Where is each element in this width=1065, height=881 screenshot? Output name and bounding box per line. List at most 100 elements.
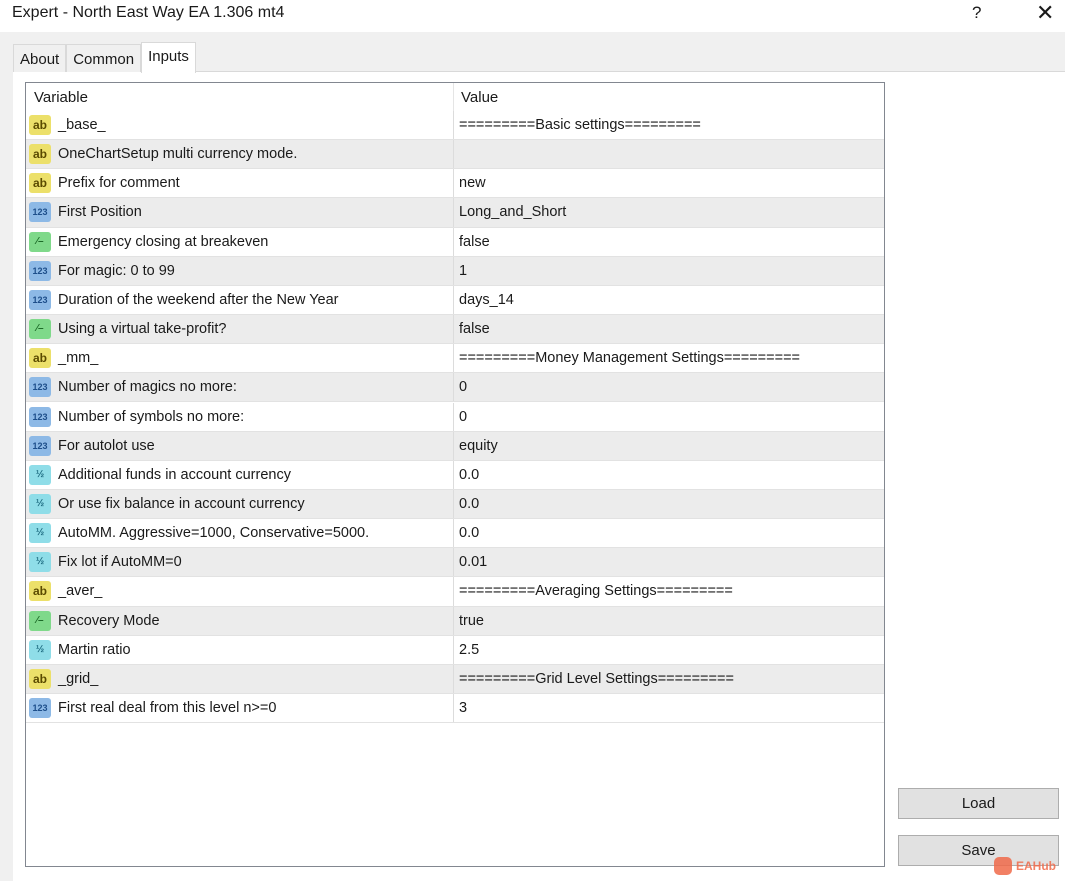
variable-name: Martin ratio (58, 641, 131, 658)
value-cell[interactable]: 0 (459, 403, 467, 432)
value-cell[interactable]: 1 (459, 257, 467, 286)
integer-type-icon: 123 (29, 435, 51, 456)
table-row[interactable]: ab Prefix for comment new (26, 169, 884, 199)
variable-name: Number of magics no more: (58, 379, 237, 396)
table-row[interactable]: 123 Number of magics no more: 0 (26, 373, 884, 403)
value-cell[interactable]: false (459, 315, 490, 344)
inputs-table: Variable Value ab _base_ =========Basic … (25, 82, 885, 867)
eahub-watermark: EAHub (994, 857, 1056, 875)
double-type-icon: ½ (29, 552, 51, 573)
column-divider (453, 431, 454, 460)
column-divider (453, 373, 454, 402)
value-cell[interactable]: =========Basic settings========= (459, 111, 701, 140)
value-cell[interactable]: Long_and_Short (459, 198, 566, 227)
column-divider (453, 198, 454, 227)
table-row[interactable]: ab _mm_ =========Money Management Settin… (26, 344, 884, 374)
pig-logo-icon (994, 857, 1012, 875)
column-divider (453, 285, 454, 315)
column-divider (453, 344, 454, 373)
column-divider (453, 577, 454, 606)
column-divider (453, 606, 454, 635)
variable-name: Or use fix balance in account currency (58, 495, 305, 512)
column-divider (453, 664, 454, 693)
value-cell[interactable]: =========Money Management Settings======… (459, 344, 800, 373)
column-divider (453, 169, 454, 198)
string-type-icon: ab (29, 668, 51, 689)
integer-type-icon: 123 (29, 698, 51, 718)
column-divider (453, 548, 454, 577)
variable-name: Number of symbols no more: (58, 408, 245, 425)
double-type-icon: ½ (29, 639, 51, 660)
table-row[interactable]: 123 First Position Long_and_Short (26, 198, 884, 228)
table-row[interactable]: ⁄– Using a virtual take-profit? false (26, 315, 884, 345)
value-cell[interactable]: =========Averaging Settings========= (459, 577, 733, 606)
column-header-value[interactable]: Value (453, 83, 498, 112)
title-bar: Expert - North East Way EA 1.306 mt4 ? ✕ (0, 0, 1065, 32)
tab-about[interactable]: About (13, 44, 67, 72)
table-row[interactable]: 123 For autolot use equity (26, 431, 884, 461)
value-cell[interactable]: true (459, 607, 484, 636)
variable-name: First real deal from this level n>=0 (58, 700, 277, 716)
column-divider (453, 460, 454, 489)
boolean-type-icon: ⁄– (29, 319, 51, 340)
table-row[interactable]: ½ Martin ratio 2.5 (26, 635, 884, 665)
table-row[interactable]: ½ AutoMM. Aggressive=1000, Conservative=… (26, 519, 884, 549)
table-row[interactable]: 123 Duration of the weekend after the Ne… (26, 285, 884, 316)
boolean-type-icon: ⁄– (29, 231, 51, 252)
variable-name: Recovery Mode (58, 612, 160, 629)
table-row[interactable]: ⁄– Emergency closing at breakeven false (26, 227, 884, 257)
double-type-icon: ½ (29, 523, 51, 544)
table-row[interactable]: 123 First real deal from this level n>=0… (26, 694, 884, 724)
table-row[interactable]: ½ Or use fix balance in account currency… (26, 489, 884, 520)
column-divider (453, 111, 454, 140)
load-button[interactable]: Load (898, 788, 1059, 819)
value-cell[interactable]: false (459, 228, 490, 257)
close-button[interactable]: ✕ (1036, 0, 1054, 26)
table-row[interactable]: 123 For magic: 0 to 99 1 (26, 256, 884, 286)
column-divider (453, 140, 454, 169)
value-cell[interactable]: 0.0 (459, 490, 479, 519)
help-button[interactable]: ? (972, 3, 981, 23)
integer-type-icon: 123 (29, 202, 51, 223)
variable-name: AutoMM. Aggressive=1000, Conservative=50… (58, 525, 370, 542)
value-cell[interactable]: 2.5 (459, 636, 479, 665)
table-row[interactable]: ab _grid_ =========Grid Level Settings==… (26, 664, 884, 694)
table-row[interactable]: ab _aver_ =========Averaging Settings===… (26, 577, 884, 607)
double-type-icon: ½ (29, 464, 51, 485)
value-cell[interactable]: 3 (459, 694, 467, 723)
tab-bar: About Common Inputs (13, 42, 196, 73)
value-cell[interactable]: 0.0 (459, 519, 479, 548)
string-type-icon: ab (29, 144, 51, 165)
variable-name: Duration of the weekend after the New Ye… (58, 291, 339, 308)
column-divider (453, 489, 454, 519)
table-row[interactable]: ab OneChartSetup multi currency mode. (26, 140, 884, 170)
tab-inputs[interactable]: Inputs (141, 42, 196, 73)
table-row[interactable]: ab _base_ =========Basic settings=======… (26, 111, 884, 141)
column-divider (453, 402, 454, 431)
value-cell[interactable]: =========Grid Level Settings========= (459, 665, 734, 694)
window-title: Expert - North East Way EA 1.306 mt4 (12, 4, 285, 21)
table-row[interactable]: ½ Fix lot if AutoMM=0 0.01 (26, 548, 884, 578)
variable-name: Additional funds in account currency (58, 466, 291, 483)
table-row[interactable]: ⁄– Recovery Mode true (26, 606, 884, 636)
value-cell[interactable]: 0 (459, 373, 467, 402)
variable-name: _aver_ (58, 583, 103, 600)
column-header-variable[interactable]: Variable (26, 83, 88, 112)
value-cell[interactable]: equity (459, 432, 498, 461)
integer-type-icon: 123 (29, 289, 51, 310)
variable-name: First Position (58, 204, 142, 221)
column-divider (453, 315, 454, 344)
variable-name: _grid_ (58, 670, 99, 687)
string-type-icon: ab (29, 173, 51, 194)
integer-type-icon: 123 (29, 260, 51, 281)
string-type-icon: ab (29, 115, 51, 135)
column-divider (453, 519, 454, 548)
value-cell[interactable]: 0.01 (459, 548, 487, 577)
value-cell[interactable]: 0.0 (459, 461, 479, 490)
table-row[interactable]: ½ Additional funds in account currency 0… (26, 460, 884, 490)
value-cell[interactable]: new (459, 169, 486, 198)
table-row[interactable]: 123 Number of symbols no more: 0 (26, 402, 884, 432)
tab-common[interactable]: Common (66, 44, 142, 72)
value-cell[interactable]: days_14 (459, 286, 514, 315)
variable-name: _mm_ (58, 350, 99, 367)
